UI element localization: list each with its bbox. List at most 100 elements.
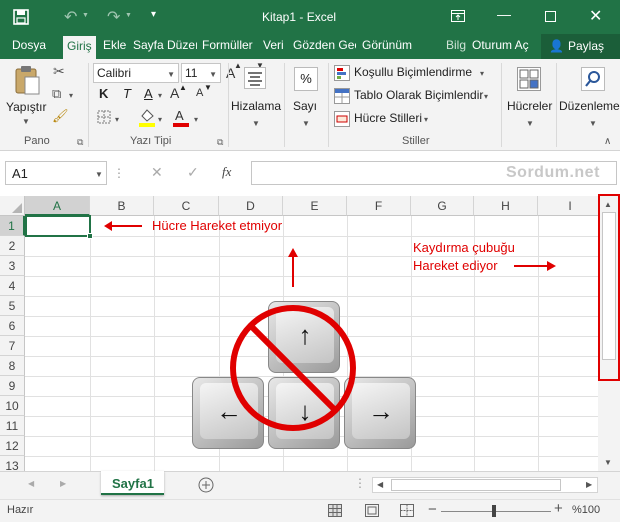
font-name-combo[interactable]: Calibri ▼ xyxy=(93,63,179,83)
underline-dropdown-icon[interactable]: ▾ xyxy=(158,91,162,100)
decrease-font-icon[interactable]: A xyxy=(196,87,203,99)
column-header-f[interactable]: F xyxy=(347,196,411,216)
tab-file[interactable]: Dosya xyxy=(12,38,46,52)
row-header-3[interactable]: 3 xyxy=(0,256,25,276)
undo-icon[interactable]: ↶ xyxy=(64,7,77,27)
save-icon[interactable] xyxy=(13,9,29,25)
worksheet-grid[interactable]: A B C D E F G H I 1 2 3 4 5 6 7 8 9 10 1… xyxy=(0,196,598,471)
tab-data[interactable]: Veri xyxy=(263,38,284,52)
add-sheet-icon[interactable] xyxy=(198,477,214,493)
column-header-e[interactable]: E xyxy=(283,196,347,216)
increase-font-icon[interactable]: A xyxy=(170,85,179,101)
ribbon-display-options-icon[interactable] xyxy=(451,10,465,22)
name-box[interactable]: A1 ▼ xyxy=(5,161,107,185)
tab-formulas[interactable]: Formüller xyxy=(202,38,253,52)
page-layout-view-icon[interactable] xyxy=(365,504,379,517)
tab-splitter-icon[interactable]: ⋮ xyxy=(354,476,366,490)
font-color-dropdown-icon[interactable]: ▾ xyxy=(194,115,198,124)
horizontal-scrollbar-thumb[interactable] xyxy=(391,479,561,491)
scroll-down-icon[interactable]: ▼ xyxy=(604,458,612,467)
formula-input[interactable]: Sordum.net xyxy=(251,161,617,185)
italic-button[interactable]: T xyxy=(123,86,131,101)
borders-dropdown-icon[interactable]: ▾ xyxy=(115,115,119,124)
active-cell-a1[interactable] xyxy=(25,215,91,237)
row-header-4[interactable]: 4 xyxy=(0,276,25,296)
enter-icon[interactable]: ✓ xyxy=(187,164,199,181)
normal-view-icon[interactable] xyxy=(328,504,342,517)
fill-color-icon[interactable] xyxy=(138,107,156,127)
row-header-13[interactable]: 13 xyxy=(0,456,25,471)
alignment-button[interactable]: Hizalama ▼ xyxy=(231,63,281,131)
row-header-2[interactable]: 2 xyxy=(0,236,25,256)
zoom-level[interactable]: %100 xyxy=(572,504,600,516)
zoom-slider-track[interactable] xyxy=(441,511,551,512)
sheet-tab-sayfa1[interactable]: Sayfa1 xyxy=(101,471,164,495)
zoom-in-icon[interactable]: + xyxy=(554,500,563,517)
tell-me-box[interactable]: Bilg xyxy=(446,38,466,52)
tab-home[interactable]: Giriş xyxy=(63,36,96,59)
vertical-scrollbar[interactable]: ▲ ▼ xyxy=(598,194,620,471)
bold-button[interactable]: K xyxy=(99,86,108,101)
cut-icon[interactable]: ✂ xyxy=(53,63,65,80)
redo-dropdown-icon[interactable]: ▼ xyxy=(125,12,132,19)
undo-dropdown-icon[interactable]: ▼ xyxy=(82,12,89,19)
conditional-formatting-button[interactable]: Koşullu Biçimlendirme ▾ xyxy=(334,63,494,83)
fill-color-dropdown-icon[interactable]: ▾ xyxy=(158,115,162,124)
row-header-1[interactable]: 1 xyxy=(0,216,25,236)
cancel-icon[interactable]: ✕ xyxy=(151,164,163,181)
paste-button[interactable]: Yapıştır ▼ xyxy=(6,63,46,129)
tab-review[interactable]: Gözden Geç xyxy=(293,38,356,52)
scroll-right-icon[interactable]: ▶ xyxy=(586,480,592,489)
tab-view[interactable]: Görünüm xyxy=(362,38,412,52)
cell-styles-button[interactable]: Hücre Stilleri ▾ xyxy=(334,109,434,129)
font-color-icon[interactable]: A xyxy=(172,107,190,127)
close-icon[interactable]: ✕ xyxy=(589,6,602,26)
redo-icon[interactable]: ↷ xyxy=(107,7,120,27)
row-header-8[interactable]: 8 xyxy=(0,356,25,376)
tab-page-layout[interactable]: Sayfa Düzeı xyxy=(133,38,197,52)
insert-function-button[interactable]: fx xyxy=(222,164,231,180)
font-launcher-icon[interactable]: ⧉ xyxy=(217,137,223,148)
row-header-10[interactable]: 10 xyxy=(0,396,25,416)
copy-icon[interactable]: ⧉ xyxy=(52,86,61,102)
tab-insert[interactable]: Ekle xyxy=(103,38,126,52)
page-break-preview-icon[interactable] xyxy=(400,504,414,517)
row-header-12[interactable]: 12 xyxy=(0,436,25,456)
zoom-slider-thumb[interactable] xyxy=(492,505,496,517)
zoom-out-icon[interactable]: − xyxy=(428,501,437,518)
column-header-a[interactable]: A xyxy=(25,196,90,216)
column-header-b[interactable]: B xyxy=(90,196,154,216)
number-button[interactable]: % Sayı ▼ xyxy=(287,63,327,131)
column-header-h[interactable]: H xyxy=(474,196,538,216)
column-header-i[interactable]: I xyxy=(538,196,598,216)
maximize-icon[interactable] xyxy=(545,11,556,22)
sign-in-link[interactable]: Oturum Aç xyxy=(472,38,529,52)
minimize-icon[interactable]: — xyxy=(497,6,511,22)
previous-sheet-icon[interactable]: ◀ xyxy=(28,479,34,488)
format-as-table-button[interactable]: Tablo Olarak Biçimlendir ▾ xyxy=(334,86,498,106)
column-header-c[interactable]: C xyxy=(154,196,219,216)
customize-qat-icon[interactable]: ▾ xyxy=(151,9,156,20)
font-size-combo[interactable]: 11 ▼ xyxy=(181,63,221,83)
select-all-corner[interactable] xyxy=(0,196,25,216)
row-header-6[interactable]: 6 xyxy=(0,316,25,336)
underline-button[interactable]: A xyxy=(144,86,153,101)
share-button[interactable]: 👤 Paylaş xyxy=(541,34,620,59)
next-sheet-icon[interactable]: ▶ xyxy=(60,479,66,488)
fill-handle[interactable] xyxy=(87,233,93,239)
copy-dropdown-icon[interactable]: ▾ xyxy=(69,91,73,100)
column-header-g[interactable]: G xyxy=(411,196,474,216)
horizontal-scrollbar[interactable]: ◀ ▶ xyxy=(372,477,598,493)
row-header-9[interactable]: 9 xyxy=(0,376,25,396)
editing-button[interactable]: Düzenleme ▼ xyxy=(559,63,620,131)
collapse-ribbon-icon[interactable]: ∧ xyxy=(604,136,611,147)
borders-icon[interactable] xyxy=(97,110,111,124)
format-painter-icon[interactable]: 🖌 xyxy=(52,108,69,124)
cells-button[interactable]: Hücreler ▼ xyxy=(505,63,555,131)
row-header-5[interactable]: 5 xyxy=(0,296,25,316)
row-header-11[interactable]: 11 xyxy=(0,416,25,436)
row-header-7[interactable]: 7 xyxy=(0,336,25,356)
scroll-left-icon[interactable]: ◀ xyxy=(377,480,383,489)
clipboard-launcher-icon[interactable]: ⧉ xyxy=(77,137,83,148)
column-header-d[interactable]: D xyxy=(219,196,283,216)
